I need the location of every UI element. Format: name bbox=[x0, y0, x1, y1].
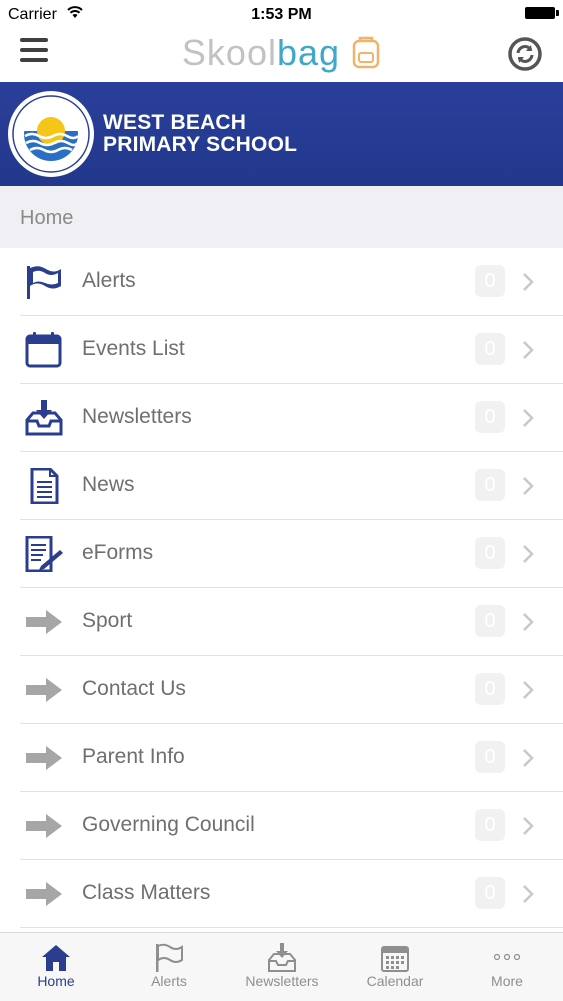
home-icon bbox=[42, 945, 70, 971]
menu-item-governing-council[interactable]: Governing Council 0 bbox=[0, 792, 563, 860]
tab-newsletters[interactable]: Newsletters bbox=[226, 933, 338, 1001]
status-bar: Carrier 1:53 PM bbox=[0, 0, 563, 28]
arrow-right-icon bbox=[26, 746, 62, 770]
count-badge: 0 bbox=[475, 333, 505, 365]
count-badge: 0 bbox=[475, 265, 505, 297]
menu-item-eforms[interactable]: eForms 0 bbox=[0, 520, 563, 588]
tab-alerts[interactable]: Alerts bbox=[113, 933, 225, 1001]
logo-text-skool: Skool bbox=[181, 32, 277, 73]
chevron-right-icon bbox=[523, 341, 534, 359]
menu-item-label: Governing Council bbox=[82, 813, 255, 836]
tab-label: Calendar bbox=[366, 973, 424, 989]
menu-item-label: eForms bbox=[82, 541, 154, 564]
section-title: Home bbox=[20, 207, 74, 229]
arrow-right-icon bbox=[26, 610, 62, 634]
more-dots-icon bbox=[493, 953, 521, 961]
flag-icon bbox=[156, 943, 183, 972]
form-pen-icon bbox=[25, 536, 63, 572]
count-badge: 0 bbox=[475, 401, 505, 433]
menu-item-news[interactable]: News 0 bbox=[0, 452, 563, 520]
school-banner: WEST BEACH PRIMARY SCHOOL bbox=[0, 82, 563, 186]
chevron-right-icon bbox=[523, 749, 534, 767]
menu-item-alerts[interactable]: Alerts 0 bbox=[0, 248, 563, 316]
school-crest-logo bbox=[8, 91, 94, 177]
chevron-right-icon bbox=[523, 817, 534, 835]
battery-icon bbox=[525, 7, 559, 19]
chevron-right-icon bbox=[523, 409, 534, 427]
menu-item-sport[interactable]: Sport 0 bbox=[0, 588, 563, 656]
chevron-right-icon bbox=[523, 477, 534, 495]
tab-label: More bbox=[491, 973, 523, 989]
tab-bar: Home Alerts Newsletters Calendar More bbox=[0, 932, 563, 1001]
count-badge: 0 bbox=[475, 673, 505, 705]
chevron-right-icon bbox=[523, 885, 534, 903]
menu-item-label: Class Matters bbox=[82, 881, 211, 904]
menu-item-label: Contact Us bbox=[82, 677, 186, 700]
flag-icon bbox=[27, 266, 61, 299]
menu-item-parent-info[interactable]: Parent Info 0 bbox=[0, 724, 563, 792]
school-name-line2: PRIMARY SCHOOL bbox=[103, 133, 298, 156]
count-badge: 0 bbox=[475, 877, 505, 909]
arrow-right-icon bbox=[26, 882, 62, 906]
calendar-icon bbox=[381, 946, 409, 972]
menu-item-contact-us[interactable]: Contact Us 0 bbox=[0, 656, 563, 724]
tab-home[interactable]: Home bbox=[0, 933, 112, 1001]
app-logo: Skoolbag bbox=[0, 32, 563, 74]
sync-icon[interactable] bbox=[507, 36, 543, 72]
calendar-icon bbox=[25, 332, 62, 368]
count-badge: 0 bbox=[475, 537, 505, 569]
logo-text-bag: bag bbox=[276, 32, 341, 73]
arrow-right-icon bbox=[26, 814, 62, 838]
inbox-download-icon bbox=[268, 943, 296, 972]
count-badge: 0 bbox=[475, 605, 505, 637]
chevron-right-icon bbox=[523, 545, 534, 563]
nav-bar: Skoolbag bbox=[0, 28, 563, 82]
status-time: 1:53 PM bbox=[251, 6, 312, 23]
backpack-icon bbox=[352, 36, 380, 69]
menu-item-label: Parent Info bbox=[82, 745, 185, 768]
inbox-download-icon bbox=[25, 400, 63, 436]
menu-item-label: Events List bbox=[82, 337, 185, 360]
chevron-right-icon bbox=[523, 613, 534, 631]
tab-calendar[interactable]: Calendar bbox=[339, 933, 451, 1001]
menu-list: Alerts 0 Events List 0 Newsletters 0 New… bbox=[0, 248, 563, 928]
menu-item-label: Alerts bbox=[82, 269, 136, 292]
menu-item-newsletters[interactable]: Newsletters 0 bbox=[0, 384, 563, 452]
count-badge: 0 bbox=[475, 469, 505, 501]
tab-more[interactable]: More bbox=[451, 933, 563, 1001]
menu-item-events-list[interactable]: Events List 0 bbox=[0, 316, 563, 384]
chevron-right-icon bbox=[523, 681, 534, 699]
count-badge: 0 bbox=[475, 741, 505, 773]
document-icon bbox=[30, 468, 59, 504]
arrow-right-icon bbox=[26, 678, 62, 702]
school-name-line1: WEST BEACH bbox=[103, 111, 247, 134]
count-badge: 0 bbox=[475, 809, 505, 841]
chevron-right-icon bbox=[523, 273, 534, 291]
tab-label: Home bbox=[37, 973, 75, 989]
tab-label: Newsletters bbox=[245, 973, 319, 989]
menu-item-label: Sport bbox=[82, 609, 133, 632]
menu-item-label: Newsletters bbox=[82, 405, 192, 428]
tab-label: Alerts bbox=[151, 973, 187, 989]
menu-item-class-matters[interactable]: Class Matters 0 bbox=[0, 860, 563, 928]
school-name: WEST BEACH PRIMARY SCHOOL bbox=[103, 112, 297, 156]
section-header: Home bbox=[0, 186, 563, 248]
menu-item-label: News bbox=[82, 473, 135, 496]
